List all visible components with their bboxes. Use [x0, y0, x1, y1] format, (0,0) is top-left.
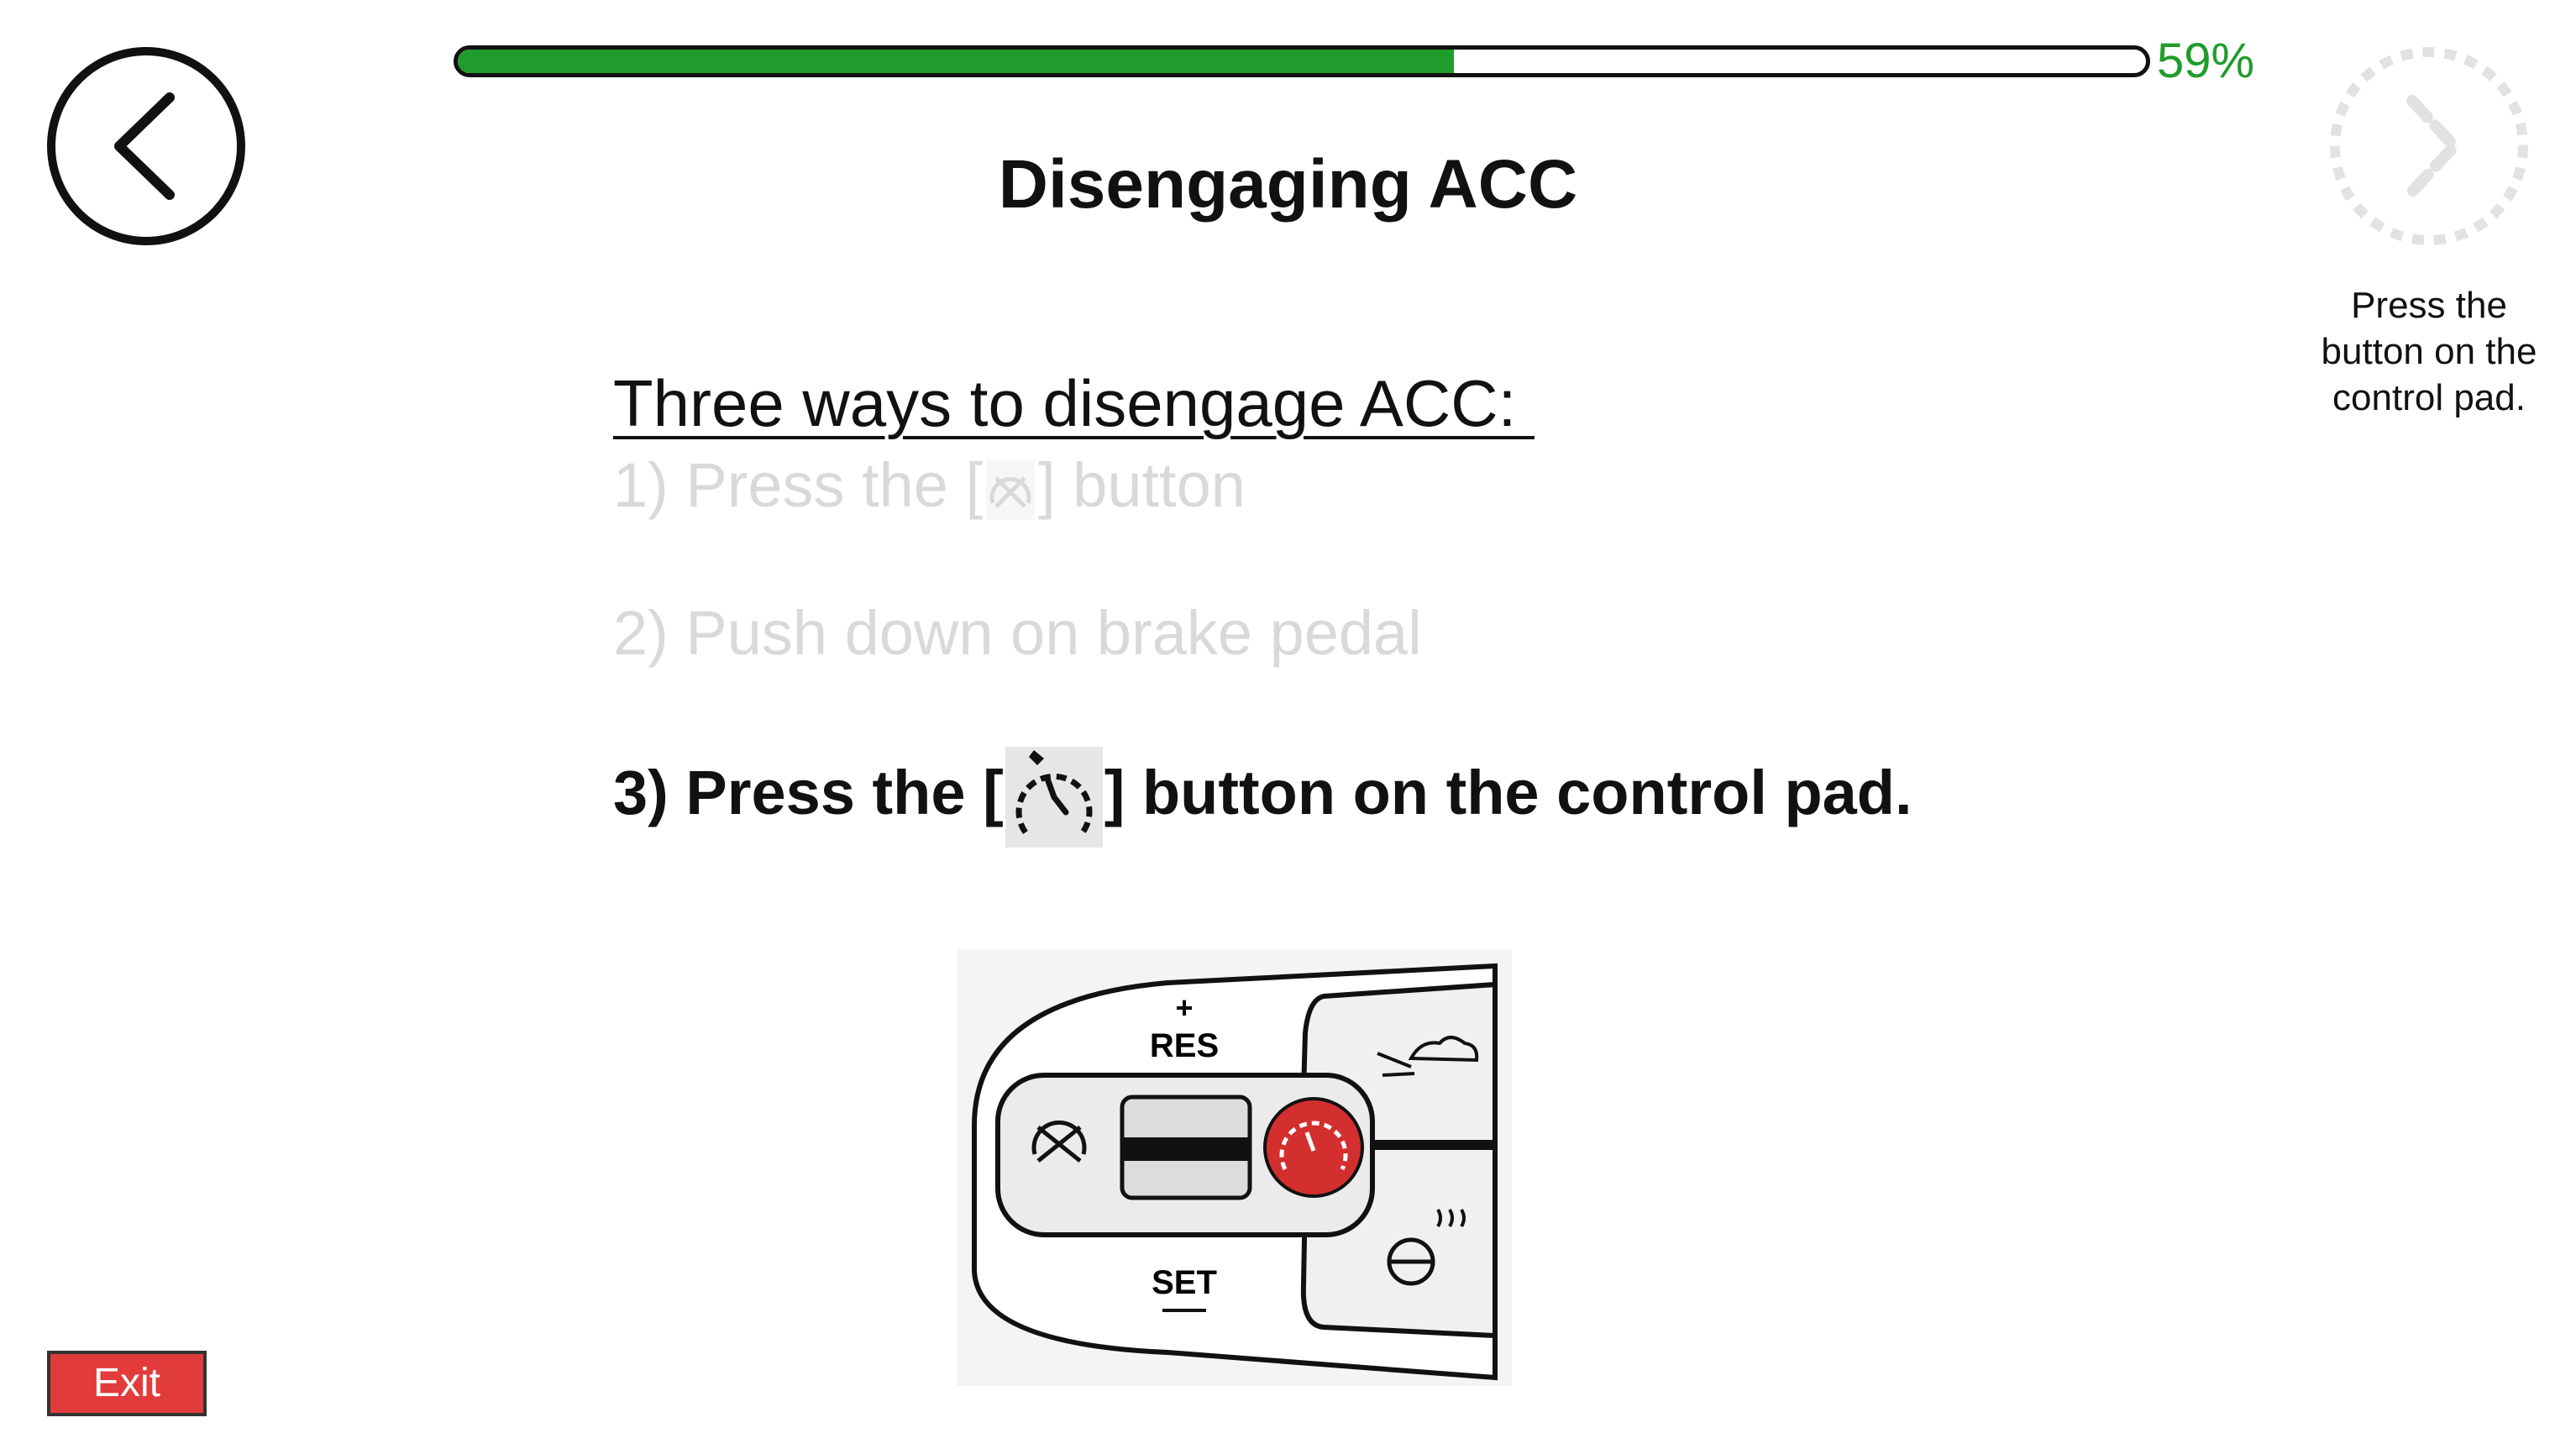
instructions: Three ways to disengage ACC: 1) Press th… [613, 363, 2209, 848]
exit-button[interactable]: Exit [47, 1351, 207, 1416]
step-1-before: 1) Press the [ [613, 450, 984, 520]
cruise-control-off-icon [986, 459, 1036, 521]
progress-fill [458, 50, 1454, 73]
chevron-right-icon [2330, 47, 2528, 245]
instructions-heading: Three ways to disengage ACC: [613, 366, 1535, 440]
step-3: 3) Press the [ ] button on the control p… [613, 743, 1912, 849]
control-pad-illustration: RES + SET [957, 949, 1512, 1386]
next-button[interactable] [2328, 45, 2530, 247]
pad-plus-sign: + [1175, 990, 1193, 1025]
pad-res-label: RES [1150, 1027, 1219, 1064]
step-1-after: ] button [1038, 450, 1246, 520]
step-3-before: 3) Press the [ [613, 758, 1004, 827]
cruise-control-cancel-icon [1005, 747, 1103, 848]
hint-text: Press the button on the control pad. [2321, 285, 2537, 418]
progress-label: 59% [2157, 34, 2255, 88]
page-title: Disengaging ACC [998, 146, 1578, 223]
progress-bar [454, 45, 2150, 77]
pad-set-label: SET [1152, 1264, 1217, 1301]
step-2: 2) Push down on brake pedal [613, 598, 1422, 668]
step-1: 1) Press the [ ] button [613, 444, 1246, 528]
step-3-after: ] button on the control pad. [1104, 758, 1912, 827]
